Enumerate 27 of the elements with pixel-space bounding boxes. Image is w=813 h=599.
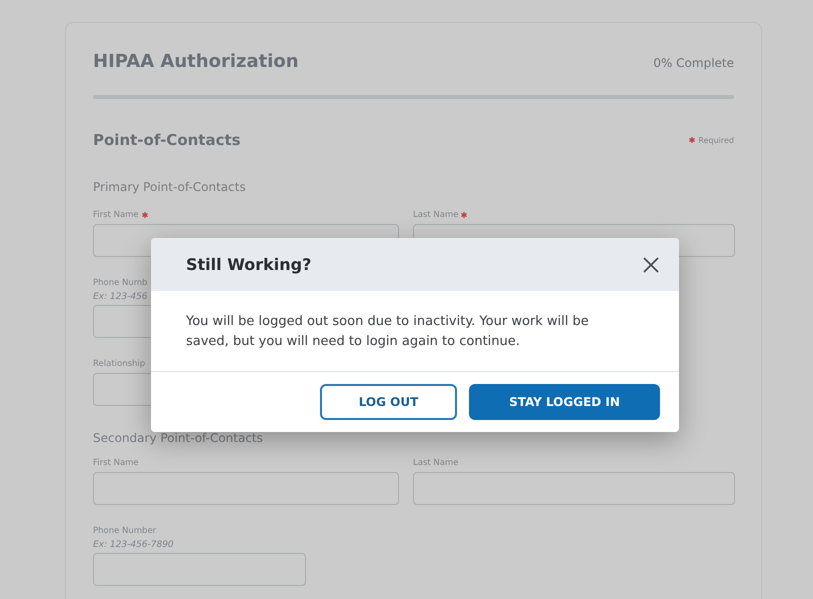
progress-text: 0% Complete [653, 56, 734, 70]
group-title: Secondary Point-of-Contacts [93, 431, 264, 445]
field-label: Last Name [413, 458, 458, 468]
form-title: HIPAA Authorization [93, 51, 299, 72]
dialog-message: You will be logged out soon due to inactivity. Your work will be saved, but you will need to login again to continue. [151, 291, 679, 372]
close-button[interactable] [641, 254, 661, 274]
required-legend: Required [698, 136, 734, 144]
required-icon [689, 137, 696, 143]
stay-logged-in-button[interactable]: STAY LOGGED IN [469, 384, 660, 420]
field-hint: Ex: 123-456 [93, 292, 149, 302]
input-field[interactable] [413, 472, 735, 505]
field-label: First Name [93, 458, 139, 468]
field-label: First Name [93, 210, 139, 220]
dialog-title: Still Working? [186, 255, 312, 274]
field-label: Last Name [413, 210, 458, 220]
input-field[interactable] [93, 553, 306, 586]
required-icon [461, 212, 468, 218]
field-label: Phone Number [93, 526, 156, 536]
section-title: Point-of-Contacts [93, 131, 241, 149]
field-label: Relationship [93, 359, 146, 369]
log-out-button[interactable]: LOG OUT [320, 384, 457, 420]
close-icon [641, 254, 661, 274]
input-field[interactable] [93, 472, 399, 505]
group-title: Primary Point-of-Contacts [93, 180, 247, 194]
required-icon [142, 212, 148, 218]
field-label: Phone Numb [93, 278, 148, 288]
field-hint: Ex: 123-456-7890 [93, 540, 175, 550]
